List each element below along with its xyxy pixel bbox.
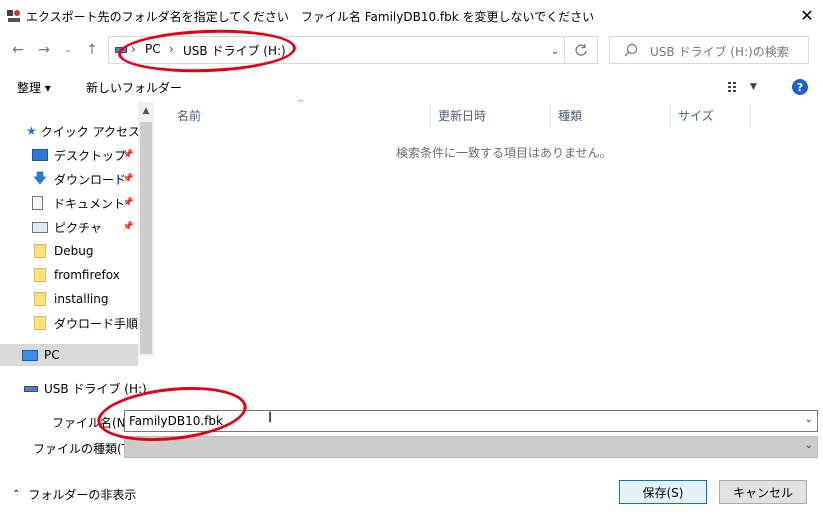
computer-icon bbox=[22, 349, 38, 361]
sidebar-item-label: クイック アクセス bbox=[40, 124, 140, 139]
column-header: 名前 更新日時 種類 サイズ bbox=[160, 102, 760, 130]
column-name[interactable]: 名前 bbox=[177, 107, 201, 124]
pin-icon: 📌 bbox=[122, 174, 134, 184]
star-icon: ★ bbox=[26, 124, 37, 138]
folder-icon bbox=[34, 268, 46, 282]
search-box[interactable]: USB ドライブ (H:)の検索 bbox=[609, 36, 809, 64]
sidebar-item-label: PC bbox=[44, 348, 60, 362]
view-options-button[interactable]: ▼ bbox=[728, 79, 766, 95]
refresh-icon bbox=[574, 44, 587, 56]
empty-message: 検索条件に一致する項目はありません。 bbox=[396, 146, 612, 160]
column-divider[interactable] bbox=[430, 104, 431, 128]
navigation-pane: ★ クイック アクセス デスクトップ 📌 🡇 ダウンロード 📌 ドキュメント 📌… bbox=[0, 102, 155, 402]
search-input[interactable]: USB ドライブ (H:)の検索 bbox=[650, 43, 789, 60]
pin-icon: 📌 bbox=[122, 198, 134, 208]
column-divider[interactable] bbox=[550, 104, 551, 128]
search-icon bbox=[624, 43, 638, 57]
title-bar: エクスポート先のフォルダ名を指定してください ファイル名 FamilyDB10.… bbox=[0, 0, 823, 32]
folder-icon bbox=[34, 244, 46, 258]
filetype-select[interactable]: ⌄ bbox=[124, 436, 818, 458]
pin-icon: 📌 bbox=[122, 222, 134, 232]
forward-arrow-icon[interactable]: → bbox=[34, 40, 54, 60]
chevron-down-icon[interactable]: ⌄ bbox=[547, 43, 563, 59]
help-icon[interactable]: ? bbox=[792, 79, 808, 95]
app-icon bbox=[7, 10, 20, 22]
hide-folders-label: フォルダーの非表示 bbox=[28, 488, 137, 502]
sidebar-item-desktop[interactable]: デスクトップ 📌 bbox=[32, 144, 138, 166]
sidebar-item-usb-drive[interactable]: USB ドライブ (H:) bbox=[24, 380, 147, 397]
folder-icon bbox=[34, 292, 46, 306]
sidebar-item-documents[interactable]: ドキュメント 📌 bbox=[32, 192, 138, 214]
sidebar-item-label: Debug bbox=[54, 244, 94, 258]
nav-scrollbar[interactable]: ▲ bbox=[138, 102, 154, 356]
annotation-ellipse bbox=[117, 26, 297, 76]
details-view-icon bbox=[728, 82, 736, 92]
desktop-icon bbox=[32, 149, 48, 161]
sidebar-item-pc[interactable]: PC bbox=[0, 344, 138, 366]
sidebar-item-download-steps[interactable]: ダウロード手順 bbox=[32, 312, 138, 334]
sidebar-item-label: ドキュメント bbox=[53, 196, 126, 211]
sidebar-item-label: fromfirefox bbox=[54, 268, 120, 282]
folder-icon bbox=[34, 316, 46, 330]
window-title: エクスポート先のフォルダ名を指定してください ファイル名 FamilyDB10.… bbox=[26, 10, 595, 24]
sidebar-item-fromfirefox[interactable]: fromfirefox bbox=[32, 264, 138, 286]
download-arrow-icon: 🡇 bbox=[32, 171, 48, 187]
chevron-down-icon[interactable]: ⌄ bbox=[805, 414, 813, 425]
back-arrow-icon[interactable]: ← bbox=[8, 40, 28, 60]
organize-button[interactable]: 整理 ▾ bbox=[17, 79, 51, 96]
sidebar-item-debug[interactable]: Debug bbox=[32, 240, 138, 262]
new-folder-button[interactable]: 新しいフォルダー bbox=[86, 79, 182, 96]
document-icon bbox=[32, 196, 43, 210]
scroll-thumb[interactable] bbox=[140, 122, 152, 354]
hide-folders-toggle[interactable]: ⌃ フォルダーの非表示 bbox=[12, 486, 136, 503]
cancel-button[interactable]: キャンセル bbox=[719, 480, 807, 504]
up-arrow-icon[interactable]: ↑ bbox=[82, 40, 102, 60]
sidebar-item-label: ダウロード手順 bbox=[53, 316, 138, 331]
column-divider[interactable] bbox=[670, 104, 671, 128]
filetype-label: ファイルの種類(T): bbox=[33, 442, 138, 456]
chevron-down-icon: ▼ bbox=[750, 82, 757, 92]
sidebar-item-pictures[interactable]: ピクチャ 📌 bbox=[32, 216, 138, 238]
column-type[interactable]: 種類 bbox=[558, 107, 582, 124]
column-divider[interactable] bbox=[750, 104, 751, 128]
chevron-down-icon[interactable]: ⌄ bbox=[805, 440, 813, 451]
sort-caret-icon: ^ bbox=[297, 99, 305, 109]
column-size[interactable]: サイズ bbox=[678, 107, 714, 124]
sidebar-item-label: ピクチャ bbox=[54, 220, 102, 235]
close-button[interactable]: ✕ bbox=[791, 0, 823, 30]
sidebar-item-label: ダウンロード bbox=[54, 172, 127, 187]
recent-dropdown-icon[interactable]: ⌄ bbox=[58, 40, 78, 60]
sidebar-item-installing[interactable]: installing bbox=[32, 288, 138, 310]
sidebar-item-label: デスクトップ bbox=[54, 148, 127, 163]
pin-icon: 📌 bbox=[122, 150, 134, 160]
picture-icon bbox=[32, 221, 48, 233]
sidebar-item-label: USB ドライブ (H:) bbox=[44, 382, 147, 396]
sidebar-item-label: installing bbox=[54, 292, 109, 306]
sidebar-item-downloads[interactable]: 🡇 ダウンロード 📌 bbox=[32, 168, 138, 190]
usb-drive-icon bbox=[24, 385, 38, 392]
text-cursor-icon: I bbox=[268, 410, 273, 426]
scroll-up-icon[interactable]: ▲ bbox=[138, 106, 154, 118]
refresh-button[interactable] bbox=[564, 36, 596, 64]
column-modified[interactable]: 更新日時 bbox=[438, 107, 486, 124]
chevron-up-icon: ⌃ bbox=[12, 489, 21, 500]
save-button[interactable]: 保存(S) bbox=[619, 480, 707, 504]
